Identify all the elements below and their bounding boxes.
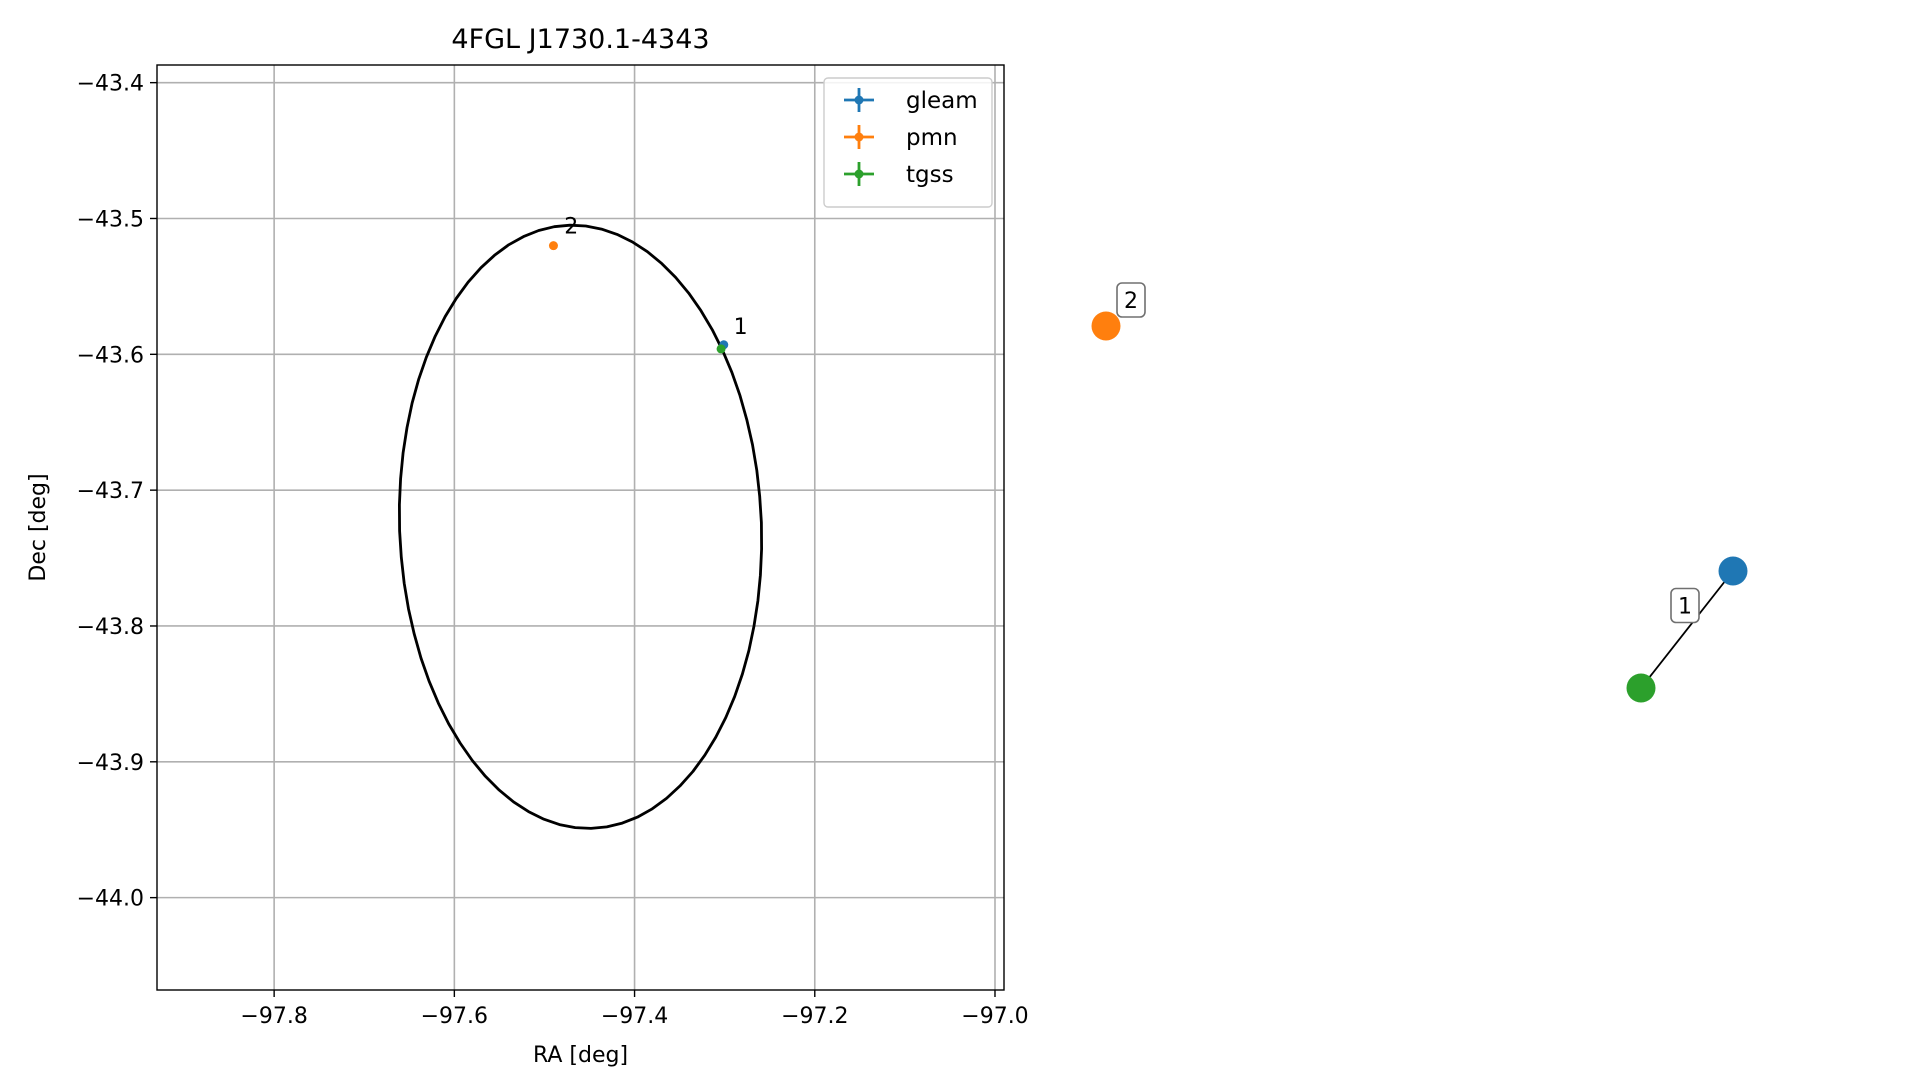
x-tick-label: −97.0 (961, 1004, 1028, 1029)
annotation-label: 2 (564, 214, 578, 239)
point-annotations: 12 (564, 214, 747, 340)
x-tick-label: −97.4 (601, 1004, 668, 1029)
y-tick-label: −43.8 (77, 615, 144, 640)
point-pmn (548, 241, 558, 251)
legend-marker-pmn (854, 132, 864, 142)
y-axis-label: Dec [deg] (26, 473, 51, 581)
y-tick-label: −43.6 (77, 343, 144, 368)
legend-marker-gleam (854, 95, 864, 105)
chart-title: 4FGL J1730.1-4343 (451, 24, 709, 55)
figure: 12 −97.8 −97.6 −97.4 −97.2 −97.0−43.4−43.5−4… (26, 24, 1748, 1068)
x-tick-label: −97.8 (240, 1004, 307, 1029)
legend-entry-gleam: gleam (906, 88, 978, 114)
network-node-tgss (1626, 673, 1656, 703)
y-tick-label: −43.5 (77, 207, 144, 232)
point-tgss (716, 344, 726, 354)
group-label: 2 (1124, 289, 1138, 314)
annotation-label: 1 (734, 315, 748, 340)
y-tick-label: −43.9 (77, 751, 144, 776)
scatter-chart: 12 −97.8 −97.6 −97.4 −97.2 −97.0−43.4−43.5−4… (26, 24, 1029, 1068)
network-diagram: 12 (1091, 282, 1748, 703)
network-node-pmn (1091, 311, 1121, 341)
network-node-gleam (1718, 556, 1748, 586)
legend: gleam pmn tgss (823, 77, 993, 208)
x-tick-label: −97.6 (421, 1004, 488, 1029)
x-axis-label: RA [deg] (533, 1043, 628, 1068)
legend-marker-tgss (854, 169, 864, 179)
x-tick-label: −97.2 (781, 1004, 848, 1029)
data-points (548, 241, 729, 354)
y-tick-label: −44.0 (77, 887, 144, 912)
axis-ticks: −97.8 −97.6 −97.4 −97.2 −97.0 −43.4 −43.5 −43.6… (77, 72, 1029, 1029)
y-tick-label: −43.4 (77, 72, 144, 97)
y-tick-label: −43.7 (77, 479, 144, 504)
edge-label: 1 (1678, 595, 1692, 620)
legend-entry-tgss: tgss (906, 162, 954, 188)
legend-entry-pmn: pmn (906, 125, 958, 151)
